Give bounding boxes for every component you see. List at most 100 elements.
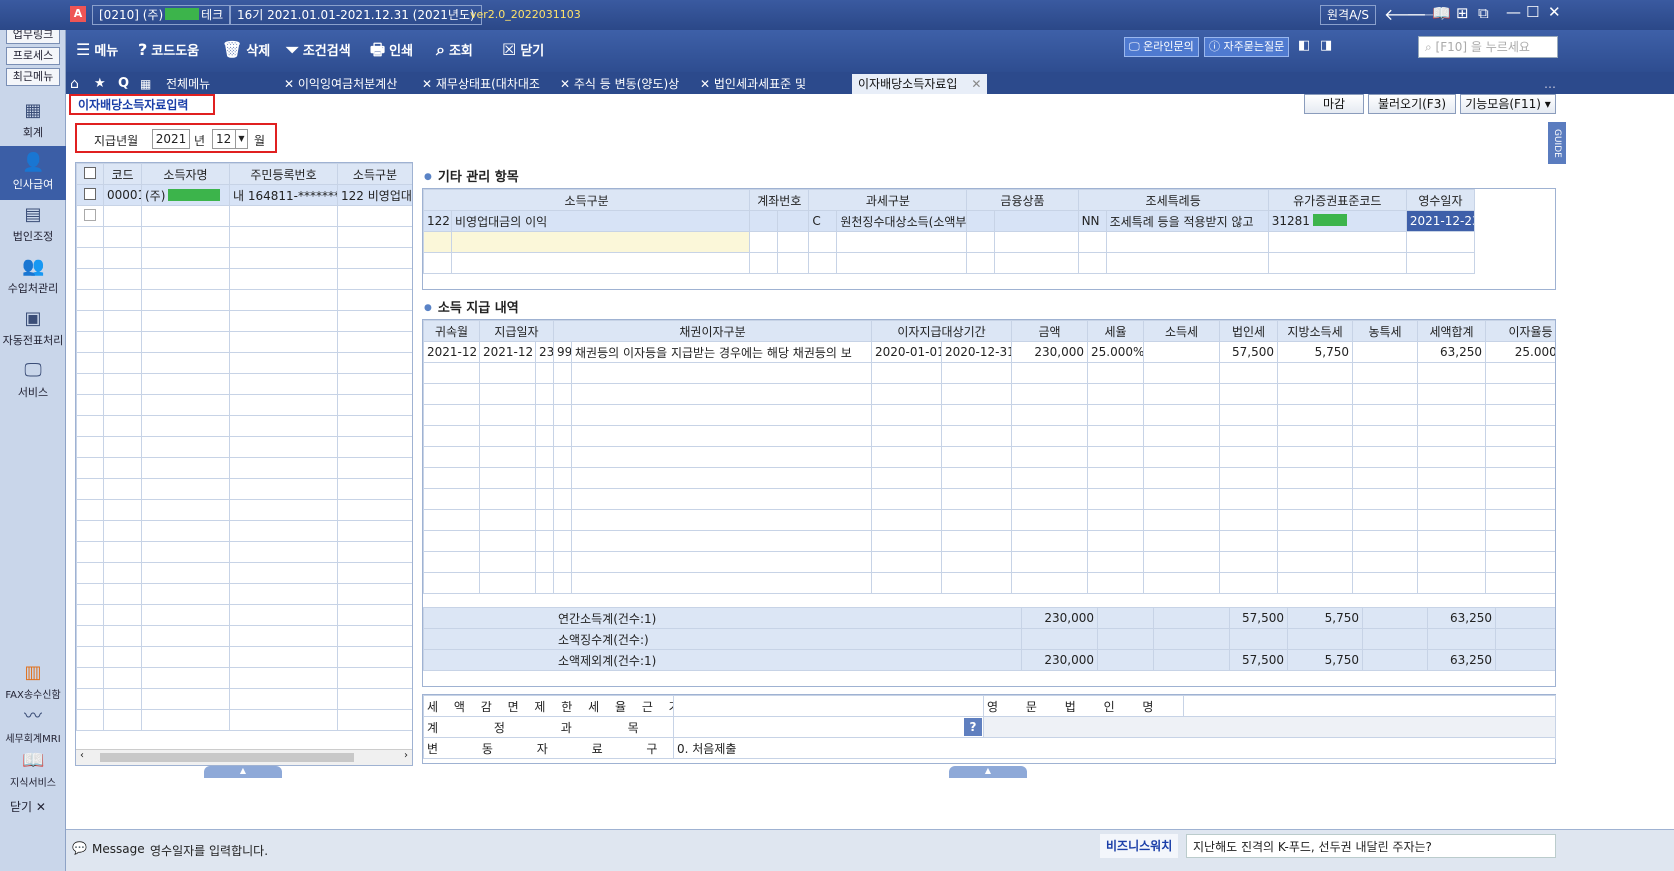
company-selector[interactable]: [0210] (주) 테크 [92,5,231,25]
empty-row[interactable] [76,478,412,500]
sidebar-item-auto-voucher[interactable]: ▣ 자동전표처리 [0,302,66,356]
delete-button[interactable]: 🗑 삭제 [222,36,270,64]
empty-row[interactable] [76,688,412,710]
col-rate[interactable]: 세율 [1087,320,1145,342]
faq-button[interactable]: ⓘ 자주묻는질문 [1204,37,1290,57]
col-tax-class[interactable]: 과세구분 [808,189,968,211]
fiscal-period-selector[interactable]: 16기 2021.01.01-2021.12.31 (2021년도) [230,5,482,25]
more-tabs-icon[interactable]: … [1544,74,1556,94]
empty-row[interactable] [76,415,412,437]
empty-row[interactable] [76,604,412,626]
empty-row[interactable] [76,520,412,542]
grid-icon[interactable]: ⊞ [1456,4,1469,22]
empty-row[interactable] [76,562,412,584]
col-income-tax[interactable]: 소득세 [1143,320,1221,342]
window-icon[interactable]: ⧉ [1478,4,1489,22]
empty-row[interactable] [423,383,1555,405]
cell-securities-code[interactable]: 31281 [1267,210,1407,232]
empty-row[interactable] [423,551,1555,573]
cell-period-to[interactable]: 2020-12-31 [941,341,1013,363]
col-code[interactable]: 코드 [103,163,142,185]
sidebar-item-accounting[interactable]: ▦ 회계 [0,94,66,148]
empty-row[interactable] [76,394,412,416]
col-pay-date[interactable]: 지급일자 [478,320,555,342]
cell-amount[interactable]: 230,000 [1011,341,1089,363]
table-row[interactable]: 122 비영업대금의 이익 C 원천징수대상소득(소액부 NN 조세특례 등을 … [422,210,1476,232]
empty-row[interactable] [76,226,412,248]
scroll-thumb[interactable] [100,753,354,762]
cell-product-a[interactable] [966,210,996,232]
col-securities-code[interactable]: 유가증권표준코드 [1267,189,1407,211]
col-total-tax[interactable]: 세액합계 [1417,320,1487,342]
col-attr-month[interactable]: 귀속월 [423,320,480,342]
empty-row[interactable] [423,530,1555,552]
tab-close-icon[interactable]: ✕ [971,77,981,91]
col-interest-rate[interactable]: 이자율등 [1485,320,1555,342]
cell-local-tax[interactable]: 5,750 [1277,341,1354,363]
sidebar-item-corp-adjust[interactable]: ▤ 법인조정 [0,198,66,252]
table-row[interactable]: 00001 (주) 내 164811-******* 122 비영업대금 [76,184,412,206]
empty-row[interactable] [423,509,1555,531]
col-earner-name[interactable]: 소득자명 [141,163,230,185]
col-amount[interactable]: 금액 [1011,320,1089,342]
col-financial-product[interactable]: 금융상품 [966,189,1079,211]
sidebar-process[interactable]: 프로세스 [6,47,60,65]
tab-balance-sheet[interactable]: ✕ 재무상태표(대차대조 [422,74,540,94]
empty-row[interactable] [76,310,412,332]
menu-search-input[interactable]: ⌕ [F10] 을 누르세요 [1418,36,1558,58]
col-interest-period[interactable]: 이자지급대상기간 [871,320,1013,342]
table-row[interactable] [422,252,1476,274]
sidebar-close-button[interactable]: 닫기 ✕ [10,798,46,815]
col-corp-tax[interactable]: 법인세 [1219,320,1279,342]
calendar-icon[interactable]: ▦ [140,74,151,94]
empty-row[interactable] [76,436,412,458]
help-question-icon[interactable]: ? [964,718,982,736]
tab-corp-tax-base[interactable]: ✕ 법인세과세표준 및 [700,74,806,94]
cell-account-a[interactable] [749,210,779,232]
layout-alt-icon[interactable]: ◨ [1320,38,1332,53]
empty-row[interactable] [423,488,1555,510]
col-reg-no[interactable]: 주민등록번호 [229,163,338,185]
close-period-button[interactable]: 마감 [1304,94,1364,114]
minimize-icon[interactable]: — [1506,3,1521,21]
empty-row[interactable] [76,583,412,605]
cell-rate[interactable]: 25.000% [1087,341,1145,363]
empty-row[interactable] [76,373,412,395]
function-collection-button[interactable]: 기능모음(F11) ▾ [1460,94,1556,114]
tab-all-menu[interactable]: 전체메뉴 [166,74,210,94]
tab-close-icon[interactable]: ✕ [422,77,436,91]
sidebar-item-hr-payroll[interactable]: 👤 인사급여 [0,146,66,200]
year-input[interactable]: 2021 [152,129,190,149]
empty-row[interactable] [423,362,1555,384]
empty-row[interactable] [76,331,412,353]
tab-stock-changes[interactable]: ✕ 주식 등 변동(양도)상 [560,74,679,94]
online-inquiry-button[interactable]: 🖵 온라인문의 [1124,37,1199,57]
scroll-right-icon[interactable]: › [404,750,408,761]
empty-row[interactable] [423,425,1555,447]
empty-row[interactable] [76,457,412,479]
code-help-button[interactable]: ? 코드도움 [138,36,199,64]
english-name-input[interactable] [1183,695,1556,717]
cell-period-from[interactable]: 2020-01-01 [871,341,943,363]
search-icon[interactable]: Q [118,74,129,94]
tax-reduction-input[interactable] [673,695,984,717]
cell-agri-tax[interactable] [1352,341,1419,363]
expand-up-icon[interactable]: ▲ [949,766,1027,778]
layout-icon[interactable]: ◧ [1298,38,1310,53]
home-icon[interactable]: ⌂ [70,74,79,94]
table-row[interactable] [422,231,1476,253]
cell-tax-code[interactable]: C [808,210,838,232]
empty-row[interactable] [423,404,1555,426]
col-local-tax[interactable]: 지방소득세 [1277,320,1354,342]
expand-up-icon[interactable]: ▲ [204,766,282,778]
menu-button[interactable]: ☰ 메뉴 [76,36,118,64]
close-button[interactable]: ☒ 닫기 [502,36,544,64]
empty-row[interactable] [76,625,412,647]
table-row[interactable]: 2021-12 2021-12 23 99 채권등의 이자등을 지급받는 경우에… [423,341,1555,363]
load-button[interactable]: 불러오기(F3) [1368,94,1456,114]
col-bond-class[interactable]: 채권이자구분 [553,320,873,342]
col-tax-special[interactable]: 조세특례등 [1077,189,1269,211]
cell-account-b[interactable] [777,210,810,232]
cell-special-code[interactable]: NN [1077,210,1107,232]
empty-row[interactable] [76,541,412,563]
